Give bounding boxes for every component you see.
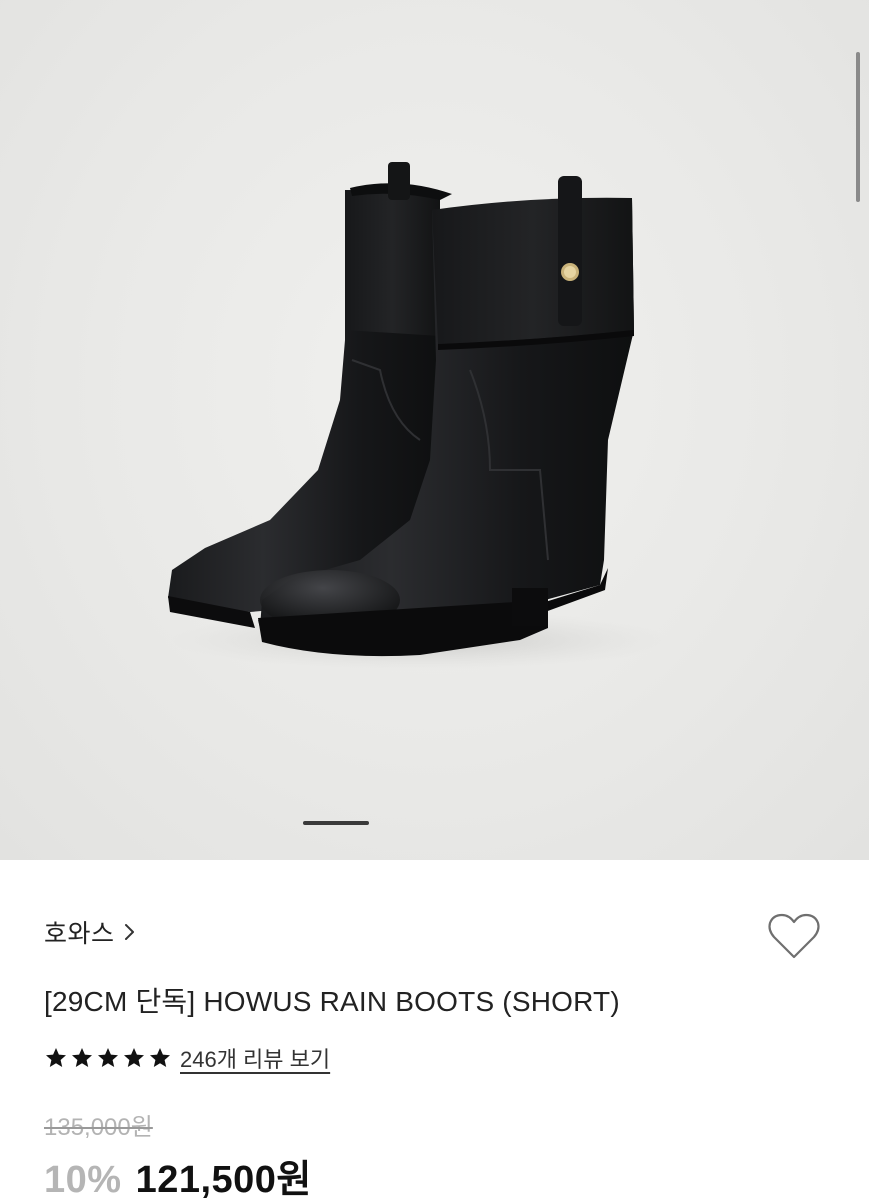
star-icon bbox=[98, 1048, 118, 1067]
star-icon bbox=[46, 1048, 66, 1067]
heart-outline-icon bbox=[768, 913, 820, 959]
carousel-page-indicator bbox=[303, 821, 369, 825]
original-price: 135,000원 bbox=[44, 1114, 153, 1141]
star-icon bbox=[72, 1048, 92, 1067]
product-image-carousel[interactable] bbox=[0, 0, 869, 860]
chevron-right-icon bbox=[124, 924, 134, 940]
product-title: [29CM 단독] HOWUS RAIN BOOTS (SHORT) bbox=[44, 986, 620, 1017]
review-link[interactable]: 246개 리뷰 보기 bbox=[180, 1042, 330, 1074]
price-row: 10% 121,500원 bbox=[44, 1148, 312, 1203]
star-rating bbox=[44, 1046, 172, 1070]
rain-boots-photo bbox=[168, 162, 670, 670]
sale-price: 121,500원 bbox=[135, 1159, 312, 1201]
scrollbar[interactable] bbox=[856, 52, 860, 202]
brand-link[interactable]: 호와스 bbox=[44, 912, 137, 952]
star-icon bbox=[124, 1048, 144, 1067]
wishlist-button[interactable] bbox=[764, 906, 824, 966]
brand-name: 호와스 bbox=[44, 920, 115, 948]
star-icon bbox=[150, 1048, 170, 1067]
discount-rate: 10% bbox=[44, 1159, 122, 1201]
rating-row: 246개 리뷰 보기 bbox=[44, 1040, 330, 1076]
